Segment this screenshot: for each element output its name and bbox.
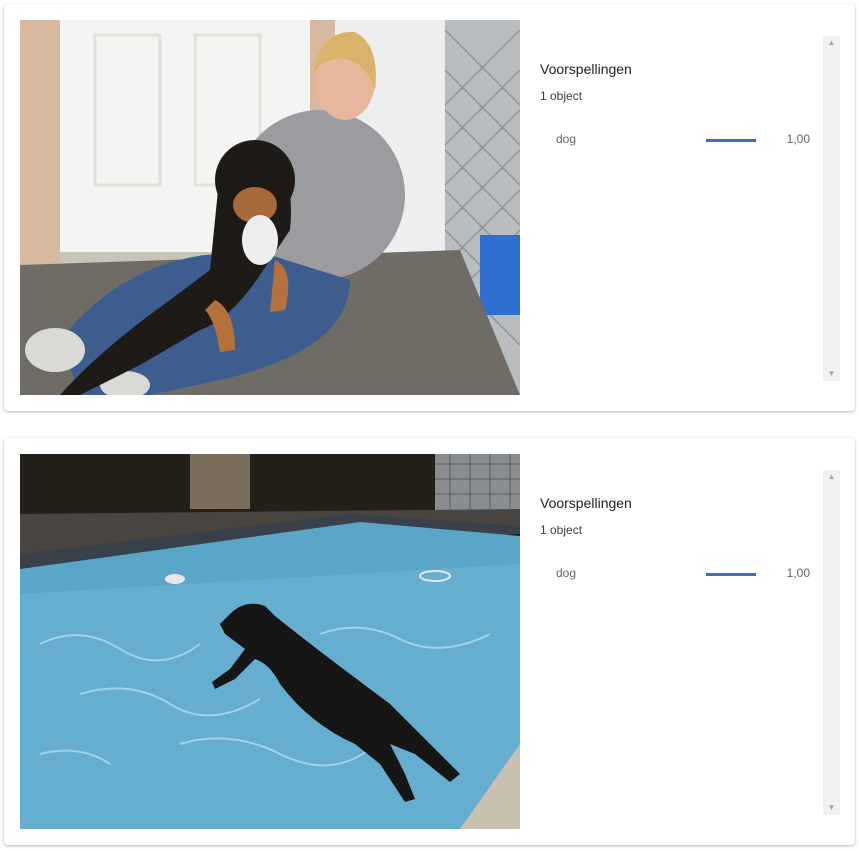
dog-jumping-into-pool-photo [20, 454, 520, 829]
triangle-up-icon[interactable]: ▲ [823, 470, 840, 484]
object-count: 1 object [540, 89, 583, 103]
triangle-down-icon[interactable]: ▼ [823, 801, 840, 815]
confidence-bar [706, 573, 756, 576]
prediction-card: Voorspellingen 1 object dog 1,00 ▲ ▼ [4, 4, 855, 411]
prediction-label: dog [556, 132, 577, 146]
confidence-bar-fill [706, 139, 756, 142]
predictions-panel: Voorspellingen 1 object dog 1,00 [540, 470, 810, 815]
predictions-title: Voorspellingen [540, 61, 632, 77]
prediction-score: 1,00 [786, 566, 810, 580]
predictions-title: Voorspellingen [540, 495, 632, 511]
prediction-card: Voorspellingen 1 object dog 1,00 ▲ ▼ [4, 438, 855, 845]
prediction-row: dog 1,00 [540, 130, 810, 150]
prediction-label: dog [556, 566, 577, 580]
woman-with-dog-photo [20, 20, 520, 395]
prediction-row: dog 1,00 [540, 564, 810, 584]
confidence-bar-fill [706, 573, 756, 576]
triangle-down-icon[interactable]: ▼ [823, 367, 840, 381]
object-count: 1 object [540, 523, 583, 537]
prediction-score: 1,00 [786, 132, 810, 146]
input-image [20, 20, 520, 395]
predictions-panel: Voorspellingen 1 object dog 1,00 [540, 36, 810, 381]
panel-scrollbar[interactable]: ▲ ▼ [823, 36, 840, 381]
panel-scrollbar[interactable]: ▲ ▼ [823, 470, 840, 815]
triangle-up-icon[interactable]: ▲ [823, 36, 840, 50]
input-image [20, 454, 520, 829]
confidence-bar [706, 139, 756, 142]
